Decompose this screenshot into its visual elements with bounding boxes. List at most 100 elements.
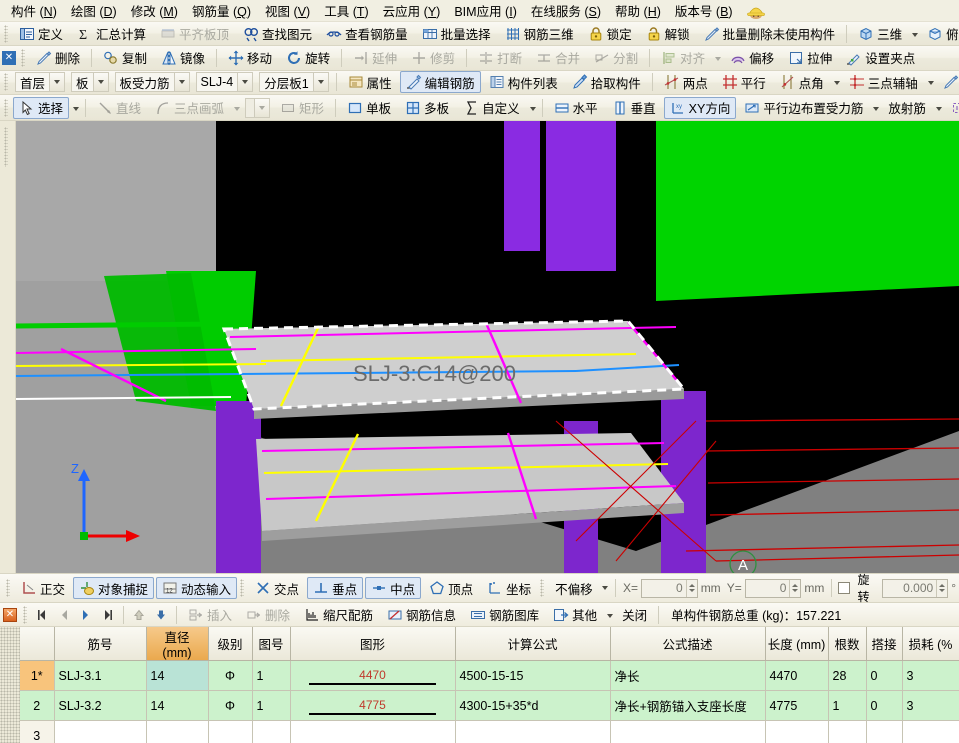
col-header-graph[interactable]: 图形 xyxy=(290,627,456,662)
trim-button[interactable]: 修剪 xyxy=(405,47,461,69)
pick-component-button[interactable]: 拾取构件 xyxy=(566,71,647,93)
rebar-type-combo[interactable]: 板受力筋 xyxy=(114,72,190,93)
cell-diameter[interactable]: 14 xyxy=(145,690,209,722)
chevron-down-icon[interactable] xyxy=(237,73,253,92)
view-3d-dropdown-icon[interactable] xyxy=(912,32,919,37)
move-down-button[interactable] xyxy=(151,605,171,625)
cell-lap[interactable] xyxy=(866,720,903,743)
delete-button[interactable]: 删除 xyxy=(30,47,86,69)
shape-combo[interactable] xyxy=(245,97,271,118)
cell-diameter[interactable] xyxy=(145,720,209,743)
col-header-rowno[interactable] xyxy=(20,627,55,662)
component-list-button[interactable]: 构件列表 xyxy=(483,71,564,93)
insert-row-button[interactable]: 插入 xyxy=(182,604,238,626)
chevron-down-icon[interactable] xyxy=(173,73,189,92)
parallel-edge-rebar-button[interactable]: 平行边布置受力筋 xyxy=(738,97,869,119)
cell-loss[interactable]: 3 xyxy=(902,660,959,692)
menu-item-cloud-app[interactable]: 云应用 (Y) xyxy=(376,0,448,22)
chevron-down-icon[interactable] xyxy=(254,98,270,117)
cell-formula[interactable]: 4300-15+35*d xyxy=(455,690,611,722)
midpoint-snap-button[interactable]: 中点 xyxy=(365,577,422,600)
cell-rowno[interactable]: 2 xyxy=(20,690,55,722)
cell-graph[interactable]: 4775 xyxy=(290,690,456,722)
col-header-length[interactable]: 长度 (mm) xyxy=(765,627,829,662)
toolbar-gripper[interactable] xyxy=(240,579,245,598)
menu-item-version[interactable]: 版本号 (B) xyxy=(668,0,740,22)
properties-button[interactable]: 属性 xyxy=(342,71,398,93)
set-grip-button[interactable]: 设置夹点 xyxy=(840,47,921,69)
batch-select-button[interactable]: 批量选择 xyxy=(416,23,497,45)
ortho-button[interactable]: 正交 xyxy=(15,577,71,599)
prev-record-button[interactable] xyxy=(54,605,74,625)
cell-shapeno[interactable]: 1 xyxy=(252,660,291,692)
batch-delete-unused-button[interactable]: 批量删除未使用构件 xyxy=(698,23,842,45)
menu-item-rebar-qty[interactable]: 钢筋量 (Q) xyxy=(185,0,258,22)
cell-loss[interactable]: 3 xyxy=(902,690,959,722)
toolbar-gripper[interactable] xyxy=(23,605,27,624)
top-view-button[interactable]: 俯视 xyxy=(921,23,959,45)
menu-item-tools[interactable]: 工具 (T) xyxy=(317,0,375,22)
edit-rebar-button[interactable]: 编辑钢筋 xyxy=(399,71,481,94)
menu-item-bim-app[interactable]: BIM应用 (I) xyxy=(447,0,524,22)
toolbar-gripper[interactable] xyxy=(6,579,10,598)
coordinate-snap-button[interactable]: 坐标 xyxy=(481,577,537,599)
stretch-button[interactable]: 拉伸 xyxy=(782,47,838,69)
dynamic-input-button[interactable]: 12 动态输入 xyxy=(156,577,238,600)
point-angle-button[interactable]: 点角 xyxy=(774,71,830,93)
rebar-library-button[interactable]: 钢筋图库 xyxy=(464,604,545,626)
merge-button[interactable]: 合并 xyxy=(530,47,586,69)
mirror-button[interactable]: 镜像 xyxy=(155,47,211,69)
cell-rowno[interactable]: 3 xyxy=(20,720,55,743)
rotate-spinner[interactable] xyxy=(936,579,947,597)
cell-formula[interactable] xyxy=(455,720,611,743)
table-row[interactable]: 1* SLJ-3.1 14 Φ 1 4470 4500-15-15 净长 447… xyxy=(20,660,959,692)
copy-button[interactable]: 复制 xyxy=(97,47,153,69)
cell-graph[interactable]: 4470 xyxy=(290,660,456,692)
cell-length[interactable]: 4470 xyxy=(765,660,829,692)
summary-calc-button[interactable]: Σ 汇总计算 xyxy=(71,23,152,45)
break-button[interactable]: 打断 xyxy=(472,47,528,69)
find-element-button[interactable]: 查找图元 xyxy=(237,23,318,45)
cell-desc[interactable]: 净长+钢筋锚入支座长度 xyxy=(610,690,766,722)
col-header-name[interactable]: 筋号 xyxy=(54,627,147,662)
horizontal-button[interactable]: 水平 xyxy=(548,97,604,119)
toolbar-gripper[interactable] xyxy=(4,24,8,43)
define-button[interactable]: 定义 xyxy=(13,23,69,45)
rail-gripper[interactable] xyxy=(4,127,8,168)
two-point-button[interactable]: 两点 xyxy=(658,71,714,93)
cell-formula[interactable]: 4500-15-15 xyxy=(455,660,611,692)
chevron-down-icon[interactable] xyxy=(92,73,108,92)
chevron-down-icon[interactable] xyxy=(312,73,328,92)
col-header-desc[interactable]: 公式描述 xyxy=(610,627,766,662)
parallel-button[interactable]: 平行 xyxy=(716,71,772,93)
view-3d-button[interactable]: 三维 xyxy=(852,23,908,45)
menu-item-view[interactable]: 视图 (V) xyxy=(258,0,317,22)
col-header-count[interactable]: 根数 xyxy=(828,627,867,662)
other-button[interactable]: 其他 xyxy=(547,604,603,626)
first-record-button[interactable] xyxy=(32,605,52,625)
radial-rebar-dropdown-icon[interactable] xyxy=(935,106,942,111)
move-up-button[interactable] xyxy=(129,605,149,625)
menu-item-draw[interactable]: 绘图 (D) xyxy=(64,0,124,22)
custom-shape-dropdown-icon[interactable] xyxy=(529,106,536,111)
cell-lap[interactable]: 0 xyxy=(866,690,903,722)
table-row[interactable]: 3 xyxy=(20,720,959,743)
rectangle-button[interactable]: 矩形 xyxy=(274,97,330,119)
col-header-diameter[interactable]: 直径 (mm) xyxy=(146,627,209,662)
y-offset-input[interactable]: 0 xyxy=(744,578,802,598)
radial-rebar-button[interactable]: 放射筋 xyxy=(882,97,932,119)
intersection-snap-button[interactable]: 交点 xyxy=(249,577,305,599)
menu-item-component[interactable]: 构件 (N) xyxy=(4,0,64,22)
menu-item-online-service[interactable]: 在线服务 (S) xyxy=(524,0,608,22)
floor-combo[interactable]: 首层 xyxy=(15,72,66,93)
scale-rebar-button[interactable]: 缩尺配筋 xyxy=(298,604,379,626)
layer-combo[interactable]: 分层板1 xyxy=(259,72,329,93)
parallel-edge-dropdown-icon[interactable] xyxy=(873,106,880,111)
cell-diameter[interactable]: 14 xyxy=(145,660,209,692)
toolbar-gripper[interactable] xyxy=(21,48,25,67)
point-angle-dropdown-icon[interactable] xyxy=(833,81,840,86)
custom-shape-button[interactable]: 自定义 xyxy=(457,97,526,119)
three-point-axis-dropdown-icon[interactable] xyxy=(927,81,934,86)
close-grid-button[interactable]: 关闭 xyxy=(616,604,653,626)
chevron-down-icon[interactable] xyxy=(601,586,608,591)
